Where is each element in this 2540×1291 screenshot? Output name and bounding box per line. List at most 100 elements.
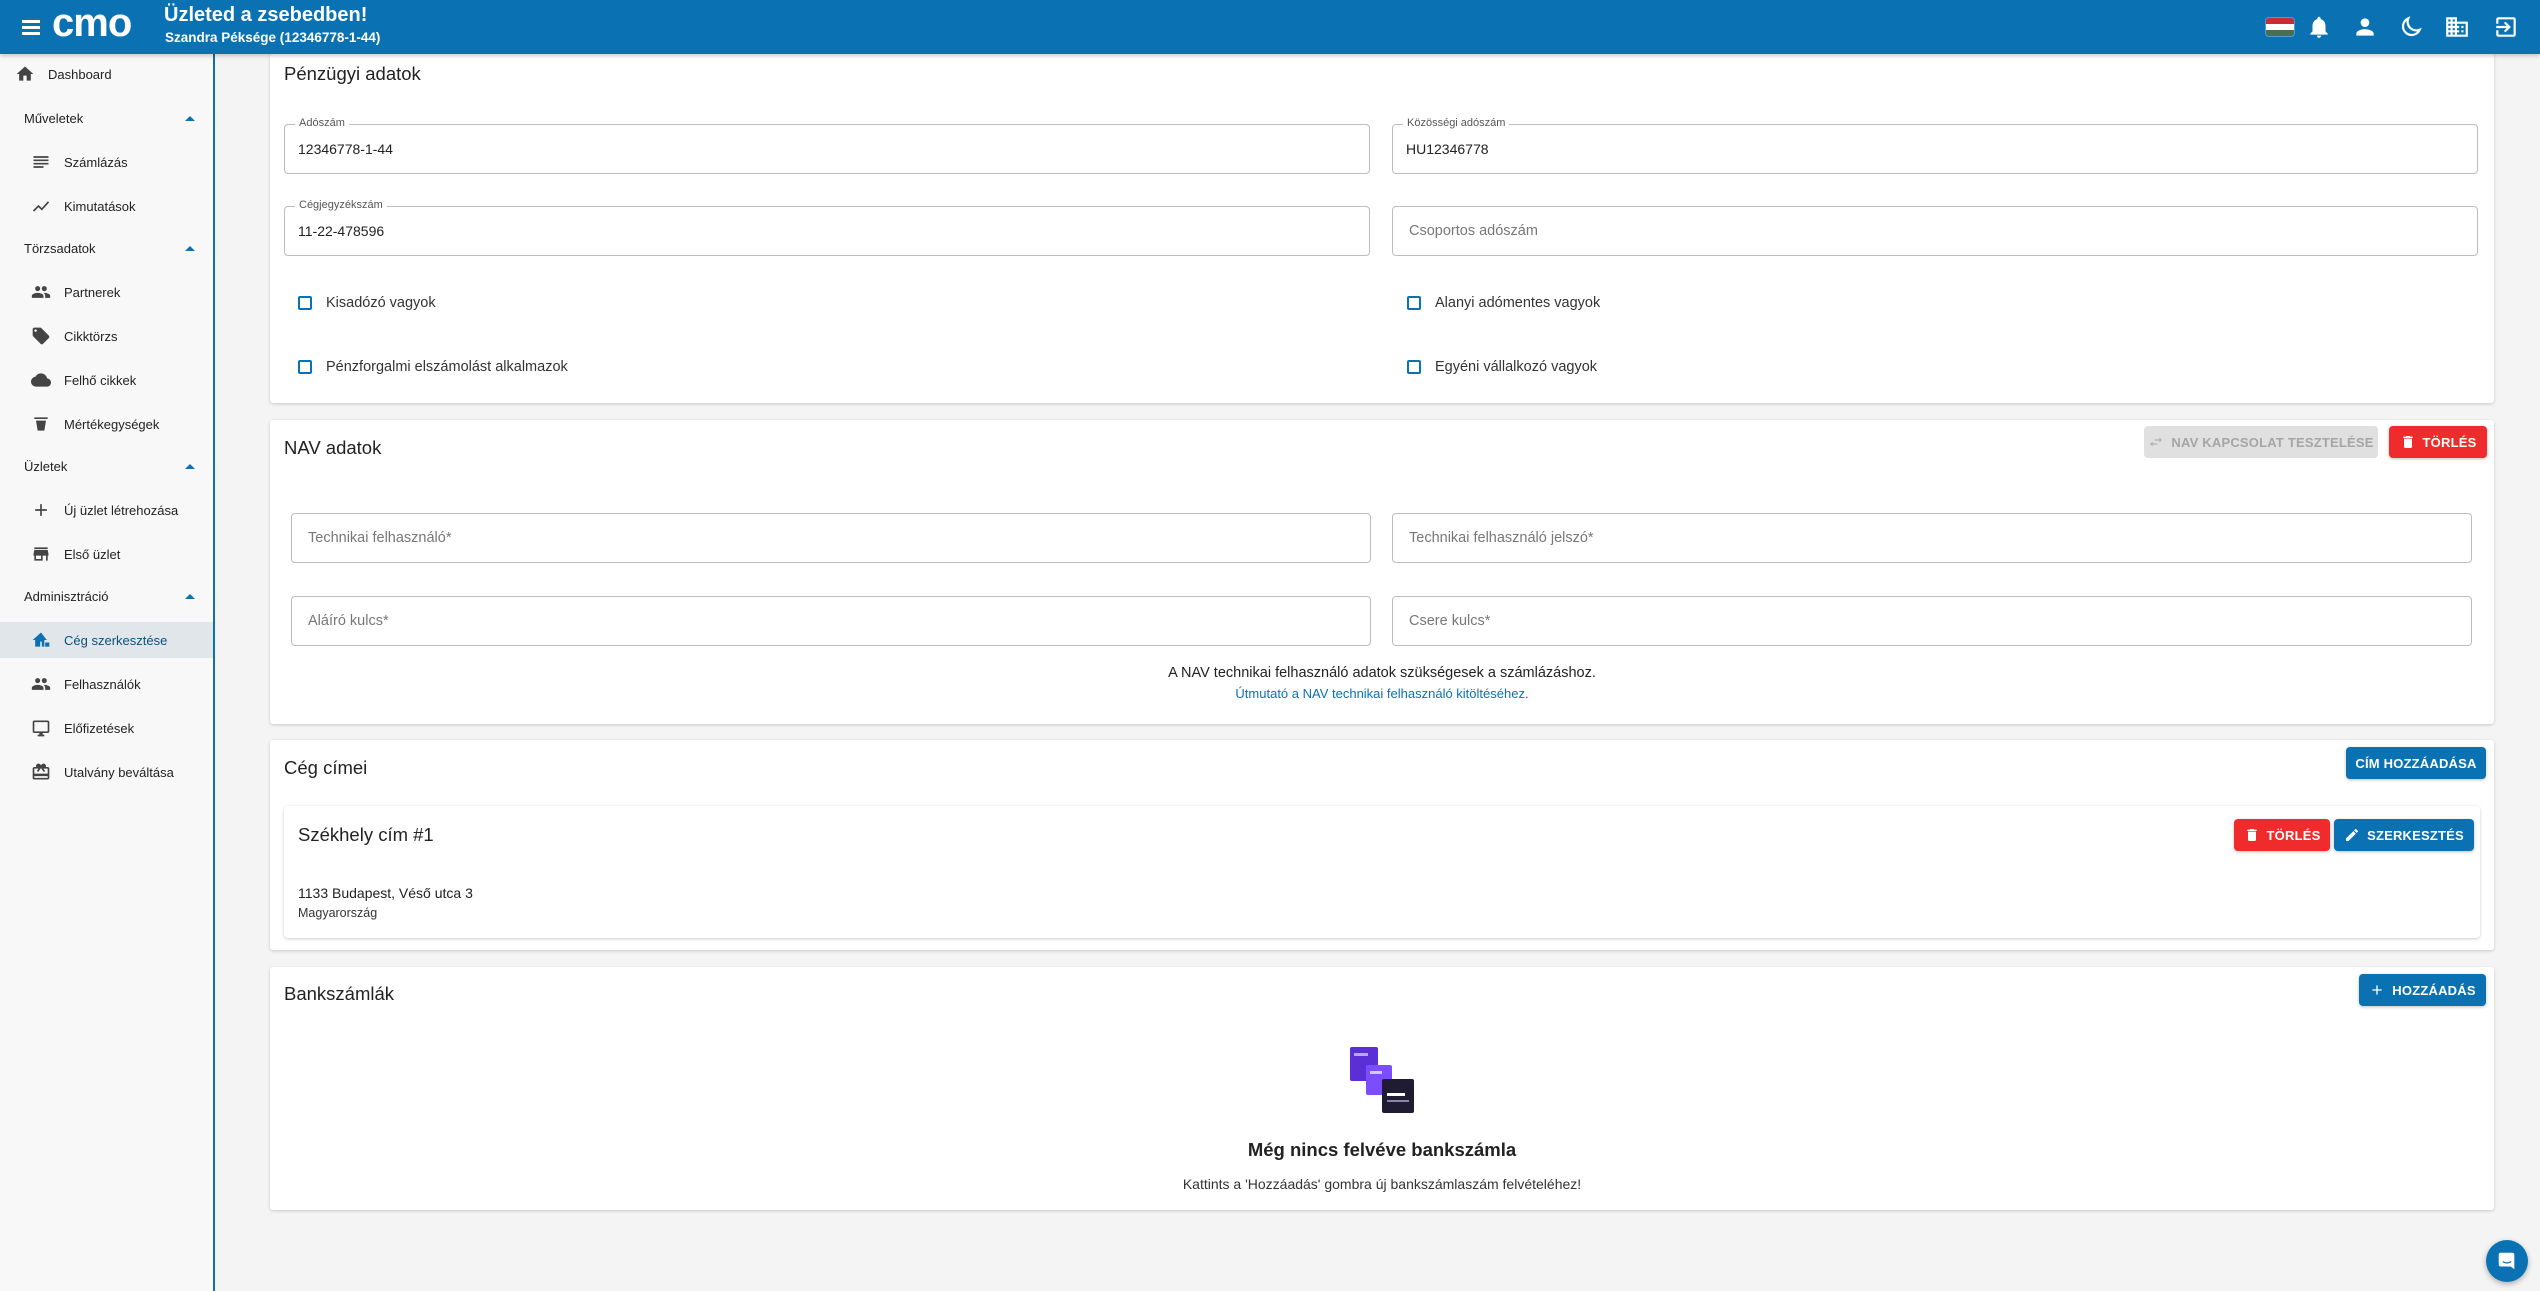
vat-exempt-checkbox[interactable]: Alanyi adómentes vagyok [1407, 295, 1600, 311]
sidebar-item-szamlazas[interactable]: Számlázás [0, 144, 213, 180]
bank-card-title: Bankszámlák [284, 983, 395, 1004]
section-label: Törzsadatok [24, 240, 96, 256]
people-icon [30, 673, 52, 695]
sidebar-item-elofizetesek[interactable]: Előfizetések [0, 710, 213, 746]
chevron-up-icon [185, 593, 195, 599]
logout-icon[interactable] [2493, 14, 2519, 40]
sidebar-item-label: Felhő cikkek [64, 372, 137, 388]
sidebar-item-ceg-szerkesztese[interactable]: Cég szerkesztése [0, 622, 213, 658]
nav-test-connection-button[interactable]: NAV KAPCSOLAT TESZTELÉSE [2144, 426, 2378, 458]
section-adminisztracio[interactable]: Adminisztráció [0, 578, 213, 614]
menu-icon[interactable] [20, 15, 44, 39]
company-icon[interactable] [2444, 14, 2470, 40]
sidebar-item-felhasznalok[interactable]: Felhasználók [0, 666, 213, 702]
small-taxpayer-checkbox[interactable]: Kisadózó vagyok [298, 295, 436, 311]
monitor-icon [30, 717, 52, 739]
receipt-icon [30, 151, 52, 173]
nav-guide-link[interactable]: Útmutató a NAV technikai felhasználó kit… [1235, 686, 1528, 701]
top-app-bar: cmo Üzleted a zsebedben! Szandra Péksége… [0, 0, 2540, 54]
plus-icon [30, 499, 52, 521]
sidebar-item-felho-cikkek[interactable]: Felhő cikkek [0, 362, 213, 398]
swap-icon [2150, 437, 2163, 447]
sidebar-item-utalvany[interactable]: Utalvány beváltása [0, 754, 213, 790]
dark-mode-icon[interactable] [2398, 14, 2424, 40]
address-line: 1133 Budapest, Véső utca 3 [298, 885, 473, 901]
address-country: Magyarország [298, 906, 378, 920]
technical-user-field[interactable]: Technikai felhasználó* [291, 513, 1371, 563]
technical-password-field[interactable]: Technikai felhasználó jelszó* [1392, 513, 2472, 563]
home-edit-icon [30, 629, 52, 651]
field-placeholder: Aláíró kulcs* [308, 613, 389, 629]
add-bank-account-button[interactable]: HOZZÁADÁS [2359, 974, 2486, 1006]
signing-key-field[interactable]: Aláíró kulcs* [291, 596, 1371, 646]
sidebar-item-dashboard[interactable]: Dashboard [0, 56, 213, 92]
field-placeholder: Technikai felhasználó jelszó* [1409, 530, 1594, 546]
section-muveletek[interactable]: Műveletek [0, 100, 213, 136]
add-address-button[interactable]: CÍM HOZZÁADÁSA [2346, 747, 2486, 779]
sidebar-item-label: Dashboard [48, 66, 112, 82]
chat-button[interactable] [2486, 1240, 2528, 1282]
sidebar-item-label: Új üzlet létrehozása [64, 502, 179, 518]
sidebar-item-kimutatasok[interactable]: Kimutatások [0, 188, 213, 224]
empty-state-text: Kattints a 'Hozzáadás' gombra új bankszá… [1182, 1176, 1582, 1192]
address-edit-button[interactable]: SZERKESZTÉS [2334, 819, 2474, 851]
sidebar-item-label: Cég szerkesztése [64, 632, 168, 648]
checkbox-box[interactable] [1407, 296, 1421, 310]
cash-accounting-checkbox[interactable]: Pénzforgalmi elszámolást alkalmazok [298, 359, 568, 375]
cmo-logo[interactable]: cmo [52, 3, 156, 45]
nav-info-text: A NAV technikai felhasználó adatok szüks… [1168, 665, 1596, 681]
button-label: TÖRLÉS [2266, 827, 2321, 843]
button-label: NAV KAPCSOLAT TESZTELÉSE [2171, 434, 2374, 450]
group-tax-number-field[interactable]: Csoportos adószám [1392, 206, 2478, 256]
trash-icon [2402, 436, 2413, 448]
checkbox-label: Egyéni vállalkozó vagyok [1435, 359, 1598, 375]
company-addresses-card: Cég címei CÍM HOZZÁADÁSA Székhely cím #1… [270, 740, 2494, 950]
account-icon[interactable] [2352, 14, 2378, 40]
chevron-up-icon [185, 463, 195, 469]
sidebar: Dashboard Műveletek Számlázás Kimutatáso… [0, 54, 215, 1291]
field-value: 12346778-1-44 [298, 141, 393, 157]
section-label: Műveletek [24, 110, 84, 126]
nav-guide-link-row: Útmutató a NAV technikai felhasználó kit… [270, 686, 2494, 701]
section-uzletek[interactable]: Üzletek [0, 448, 213, 484]
sidebar-item-elso-uzlet[interactable]: Első üzlet [0, 536, 213, 572]
hungarian-flag-icon[interactable] [2266, 18, 2294, 36]
nav-delete-button[interactable]: TÖRLÉS [2389, 426, 2487, 458]
chevron-up-icon [185, 245, 195, 251]
pencil-icon [2346, 828, 2359, 841]
sidebar-item-partnerek[interactable]: Partnerek [0, 274, 213, 310]
bell-icon[interactable] [2306, 14, 2332, 40]
section-label: Adminisztráció [24, 588, 109, 604]
section-torzsadatok[interactable]: Törzsadatok [0, 230, 213, 266]
address-delete-button[interactable]: TÖRLÉS [2234, 819, 2330, 851]
field-placeholder: Csere kulcs* [1409, 613, 1491, 629]
field-label: Közösségi adószám [1403, 117, 1510, 129]
sole-trader-checkbox[interactable]: Egyéni vállalkozó vagyok [1407, 359, 1597, 375]
checkbox-box[interactable] [1407, 360, 1421, 374]
sidebar-item-label: Kimutatások [64, 198, 136, 214]
sidebar-item-mertekegysegek[interactable]: Mértékegységek [0, 406, 213, 442]
exchange-key-field[interactable]: Csere kulcs* [1392, 596, 2472, 646]
nav-data-card: NAV adatok NAV KAPCSOLAT TESZTELÉSE TÖRL… [270, 420, 2494, 724]
company-registration-field[interactable]: Cégjegyzékszám 11-22-478596 [284, 199, 1370, 256]
sidebar-item-label: Számlázás [64, 154, 128, 170]
scale-icon [30, 413, 52, 435]
sidebar-item-label: Partnerek [64, 284, 121, 300]
field-placeholder: Csoportos adószám [1409, 223, 1538, 239]
store-icon [30, 543, 52, 565]
button-label: CÍM HOZZÁADÁSA [2355, 755, 2477, 771]
sidebar-item-uj-uzlet[interactable]: Új üzlet létrehozása [0, 492, 213, 528]
app-title: Üzleted a zsebedben! [164, 4, 368, 26]
chevron-up-icon [185, 115, 195, 121]
financial-card-title: Pénzügyi adatok [284, 63, 421, 84]
checkbox-box[interactable] [298, 296, 312, 310]
address-title: Székhely cím #1 [298, 824, 434, 845]
eu-tax-number-field[interactable]: Közösségi adószám HU12346778 [1392, 117, 2478, 174]
checkbox-box[interactable] [298, 360, 312, 374]
button-label: HOZZÁADÁS [2392, 982, 2476, 998]
field-placeholder: Technikai felhasználó* [308, 530, 452, 546]
people-icon [30, 281, 52, 303]
empty-documents-illustration [1350, 1047, 1414, 1113]
tax-number-field[interactable]: Adószám 12346778-1-44 [284, 117, 1370, 174]
sidebar-item-cikktorzs[interactable]: Cikktörzs [0, 318, 213, 354]
